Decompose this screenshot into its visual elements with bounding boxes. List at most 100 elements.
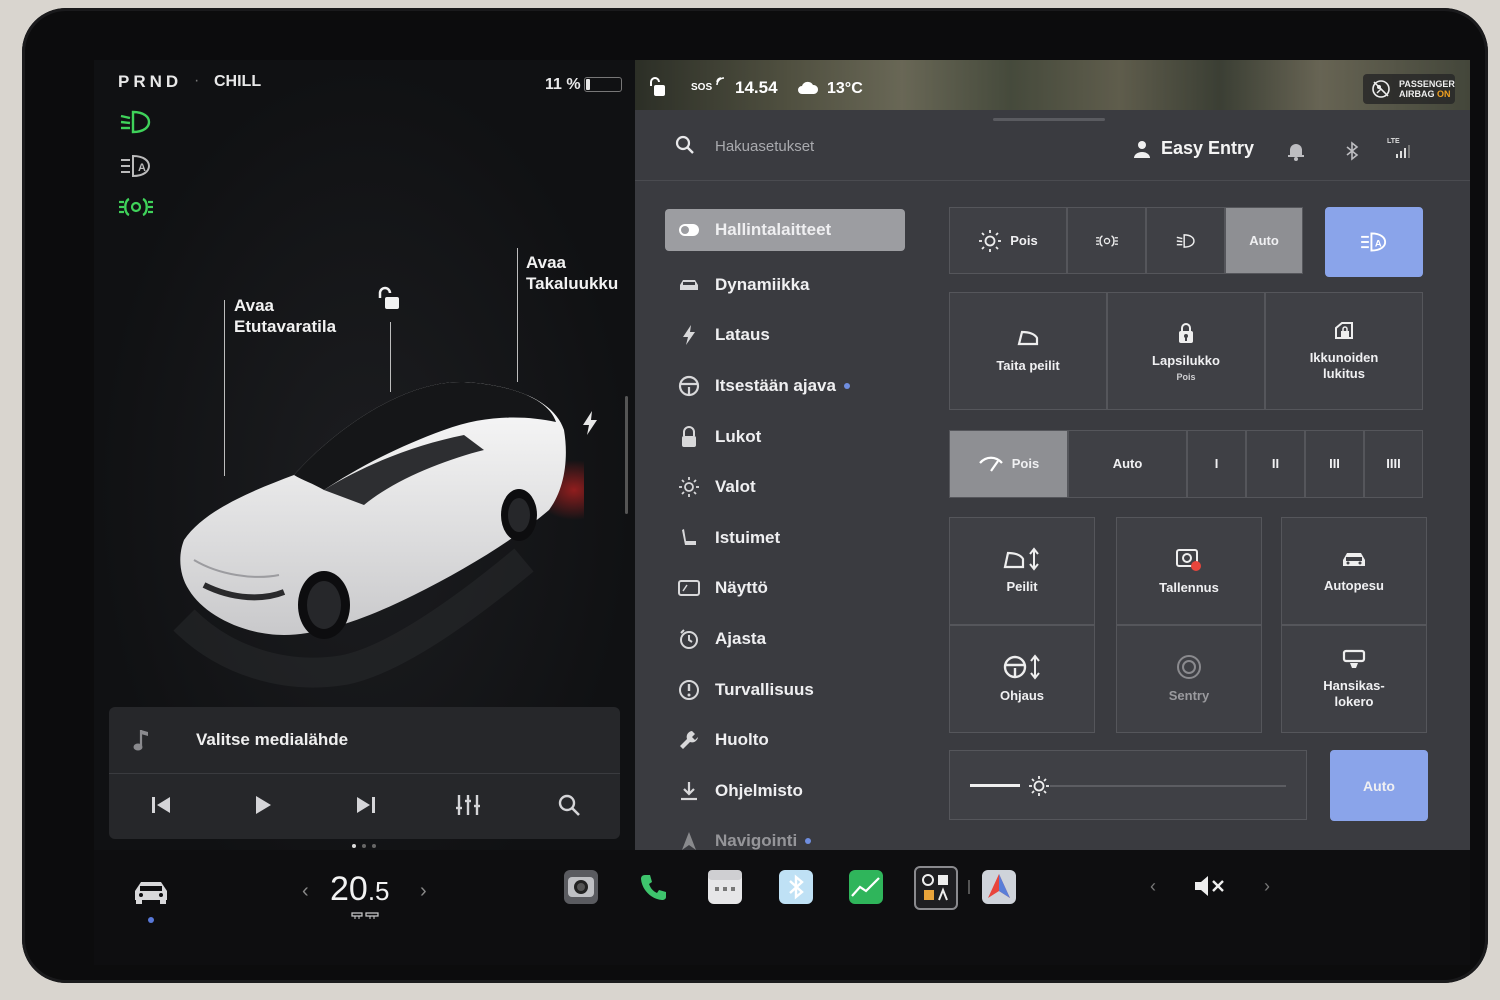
menu-item-näyttö[interactable]: Näyttö (665, 563, 905, 614)
auto-high-beam-icon: A (1361, 232, 1387, 252)
menu-item-istuimet[interactable]: Istuimet (665, 513, 905, 564)
car-wash-button[interactable]: Autopesu (1281, 517, 1427, 625)
navigation-app-icon[interactable] (982, 870, 1016, 904)
media-source-row[interactable]: Valitse medialähde (109, 707, 620, 774)
wipers-auto-button[interactable]: Auto (1068, 430, 1187, 498)
search-icon (675, 135, 694, 154)
dashcam-button[interactable]: Tallennus (1116, 517, 1262, 625)
driver-profile-button[interactable]: Easy Entry (1133, 138, 1254, 159)
child-lock-button[interactable]: Lapsilukko Pois (1107, 292, 1265, 410)
parking-lights-icon (119, 197, 153, 217)
calendar-app-icon[interactable] (708, 870, 742, 904)
temp-increase-button[interactable]: › (420, 880, 427, 903)
lights-off-button[interactable]: Pois (949, 207, 1067, 274)
unlocked-padlock-icon[interactable] (376, 286, 402, 312)
glovebox-icon (1342, 649, 1366, 668)
menu-item-ajasta[interactable]: Ajasta (665, 614, 905, 665)
lights-off-label: Pois (1010, 232, 1038, 248)
battery-icon (584, 77, 622, 92)
open-frunk-label[interactable]: Avaa Etutavaratila (234, 295, 336, 337)
brightness-sun-icon[interactable] (1028, 775, 1050, 797)
temp-decimal: .5 (367, 876, 390, 906)
child-lock-icon (1179, 322, 1193, 343)
camera-app-icon[interactable] (564, 870, 598, 904)
wiper-speed-1-label: I (1214, 456, 1219, 471)
svg-text:A: A (138, 162, 146, 174)
energy-app-icon[interactable] (849, 870, 883, 904)
menu-item-label: Ohjelmisto (715, 780, 803, 800)
bolt-icon (677, 323, 701, 347)
passenger-airbag-indicator: PASSENGER AIRBAG ON (1363, 74, 1455, 104)
notification-dot (805, 838, 812, 845)
bell-icon[interactable] (1286, 141, 1306, 161)
phone-app-icon[interactable] (637, 870, 671, 904)
temp-decrease-button[interactable]: ‹ (302, 880, 309, 903)
menu-item-label: Valot (715, 477, 756, 497)
window-lock-button[interactable]: Ikkunoiden lukitus (1265, 292, 1423, 410)
signal-waves-icon (716, 77, 725, 86)
next-track-button[interactable] (352, 791, 380, 819)
toybox-app-icon[interactable] (914, 866, 958, 910)
sentry-icon (1177, 655, 1201, 679)
sentry-label: Sentry (1168, 688, 1210, 703)
previous-track-icon (152, 797, 170, 813)
equalizer-button[interactable] (454, 791, 482, 819)
menu-item-label: Hallintalaitteet (715, 220, 832, 239)
brightness-slider-fill (970, 784, 1020, 787)
sentry-mode-button[interactable]: Sentry (1116, 625, 1262, 733)
mirrors-adjust-button[interactable]: Peilit (949, 517, 1095, 625)
steering-adjust-icon (1003, 654, 1040, 680)
open-trunk-label[interactable]: Avaa Takaluukku (526, 252, 618, 294)
media-page-dots[interactable] (352, 844, 376, 848)
unlocked-icon[interactable] (647, 76, 667, 98)
menu-item-lataus[interactable]: Lataus (665, 310, 905, 361)
wiper-speed-3-button[interactable]: III (1305, 430, 1364, 498)
menu-item-dynamiikka[interactable]: Dynamiikka (665, 260, 905, 311)
settings-search-input[interactable] (713, 132, 1017, 160)
media-search-button[interactable] (555, 791, 583, 819)
steering-adjust-button[interactable]: Ohjaus (949, 625, 1095, 733)
display-brightness-slider[interactable] (949, 750, 1307, 820)
settings-panel: SOS 14.54 13°C PASSENGERAIRBAG ON Easy E… (635, 60, 1470, 851)
fold-mirrors-button[interactable]: Taita peilit (949, 292, 1107, 410)
car-icon[interactable] (132, 876, 170, 906)
auto-high-beam-button[interactable]: A (1325, 207, 1423, 277)
safety-icon (677, 678, 701, 702)
lights-auto-button[interactable]: Auto (1225, 207, 1303, 274)
open-trunk-line-1: Avaa (526, 253, 567, 272)
low-beam-button[interactable] (1146, 207, 1225, 274)
play-button[interactable] (249, 791, 277, 819)
glovebox-button[interactable]: Hansikas- lokero (1281, 625, 1427, 733)
menu-item-huolto[interactable]: Huolto (665, 715, 905, 766)
wipers-off-button[interactable]: Pois (949, 430, 1068, 498)
lock-icon (677, 425, 701, 449)
menu-item-valot[interactable]: Valot (665, 462, 905, 513)
wiper-speed-1-button[interactable]: I (1187, 430, 1246, 498)
person-icon (1134, 140, 1150, 158)
wiper-speed-2-button[interactable]: II (1246, 430, 1305, 498)
menu-item-itsestään-ajava[interactable]: Itsestään ajava (665, 361, 905, 412)
menu-item-label: Huolto (715, 730, 769, 750)
volume-decrease-button[interactable]: ‹ (1150, 876, 1156, 897)
sun-off-icon (979, 229, 1002, 252)
window-lock-icon (1335, 322, 1353, 339)
airbag-icon (1372, 80, 1390, 98)
cabin-temperature[interactable]: 20.5 (330, 870, 390, 909)
mute-speaker-icon[interactable] (1192, 872, 1226, 900)
wiper-speed-4-button[interactable]: IIII (1364, 430, 1423, 498)
seat-icon (677, 526, 701, 550)
menu-item-lukot[interactable]: Lukot (665, 411, 905, 462)
menu-item-hallintalaitteet[interactable]: Hallintalaitteet (665, 209, 905, 251)
dashcam-record-icon (1176, 549, 1201, 571)
brightness-auto-button[interactable]: Auto (1330, 750, 1428, 821)
bluetooth-icon[interactable] (1342, 141, 1362, 161)
previous-track-button[interactable] (147, 791, 175, 819)
wipers-off-label: Pois (1011, 456, 1040, 471)
settings-menu: Hallintalaitteet Dynamiikka Lataus Itsestää… (665, 209, 905, 867)
bluetooth-app-icon[interactable] (779, 870, 813, 904)
volume-increase-button[interactable]: › (1264, 876, 1270, 897)
parking-lights-button[interactable] (1067, 207, 1146, 274)
menu-item-turvallisuus[interactable]: Turvallisuus (665, 664, 905, 715)
open-frunk-line-2: Etutavaratila (234, 317, 337, 336)
menu-item-ohjelmisto[interactable]: Ohjelmisto (665, 766, 905, 817)
